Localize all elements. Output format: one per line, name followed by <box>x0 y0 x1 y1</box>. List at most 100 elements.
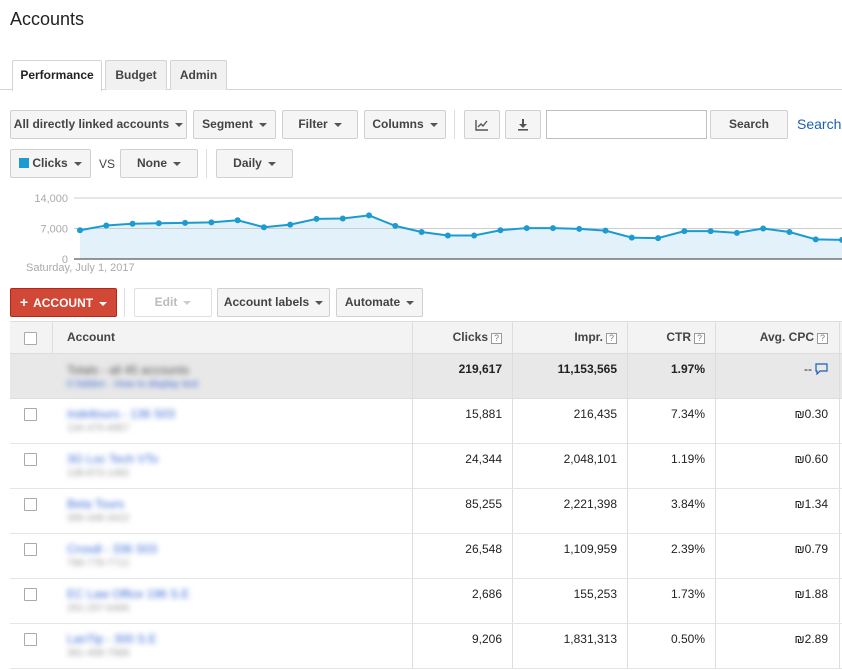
help-icon[interactable]: ? <box>491 333 502 344</box>
toolbar-divider <box>454 110 455 139</box>
avg-cpc-cell: ₪0.30 <box>794 407 828 421</box>
account-name[interactable]: Beta Tours <box>67 497 129 511</box>
chart-point[interactable] <box>576 225 583 232</box>
chart-point[interactable] <box>103 222 110 229</box>
chart-point[interactable] <box>471 232 478 239</box>
table-row: EC Law Office 196 S.E 291-257-6466 2,686 15… <box>10 579 842 624</box>
account-name[interactable]: EC Law Office 196 S.E <box>67 587 190 601</box>
metric1-dropdown[interactable]: Clicks <box>10 149 91 178</box>
caret-down-icon <box>406 300 415 305</box>
chart-point[interactable] <box>786 228 793 235</box>
columns-dropdown[interactable]: Columns <box>364 110 446 139</box>
period-dropdown[interactable]: Daily <box>216 149 293 178</box>
search-link[interactable]: Search <box>797 116 841 132</box>
chart-point[interactable] <box>418 228 425 235</box>
row-checkbox[interactable] <box>24 633 37 646</box>
totals-avg-cpc: -- <box>715 354 838 398</box>
tab-budget[interactable]: Budget <box>105 60 167 90</box>
help-icon[interactable]: ? <box>817 333 828 344</box>
row-checkbox[interactable] <box>24 453 37 466</box>
row-checkbox[interactable] <box>24 588 37 601</box>
account-cell[interactable]: 3G Loc Tech VTo 138-873-1482 <box>67 452 158 479</box>
filter-dropdown[interactable]: Filter <box>282 110 358 139</box>
account-cell[interactable]: Indeltours - 136 S03 134-470-4957 <box>67 407 175 434</box>
chart-point[interactable] <box>313 215 320 222</box>
impr-cell: 216,435 <box>573 407 617 421</box>
account-labels-dropdown[interactable]: Account labels <box>217 288 330 317</box>
account-cell[interactable]: Crosdl - 336 S03 798-778-7712 <box>67 542 157 569</box>
help-icon[interactable]: ? <box>606 333 617 344</box>
row-checkbox[interactable] <box>24 408 37 421</box>
account-name[interactable]: Indeltours - 136 S03 <box>67 407 175 421</box>
caret-down-icon <box>333 122 342 127</box>
column-divider <box>839 354 840 398</box>
avg-cpc-cell: ₪1.34 <box>794 497 828 511</box>
account-id: 134-470-4957 <box>67 423 130 434</box>
chart-point[interactable] <box>523 225 530 232</box>
chart-point[interactable] <box>182 219 189 226</box>
edit-dropdown[interactable]: Edit <box>134 288 212 317</box>
chart-point[interactable] <box>733 229 740 236</box>
table-header: Account Clicks? Impr.? CTR? Avg. CPC? <box>10 321 842 354</box>
chart-point[interactable] <box>129 220 136 227</box>
download-button[interactable] <box>505 110 541 139</box>
ctr-cell: 2.39% <box>670 542 705 556</box>
chart-point[interactable] <box>760 225 767 232</box>
tab-admin[interactable]: Admin <box>170 60 227 90</box>
chart-point[interactable] <box>234 217 241 224</box>
add-account-button[interactable]: + ACCOUNT <box>10 288 117 317</box>
chart-point[interactable] <box>655 235 662 242</box>
automate-dropdown[interactable]: Automate <box>336 288 423 317</box>
header-ctr[interactable]: CTR? <box>627 322 715 353</box>
table-row: Beta Tours 395-348-3422 85,255 2,221,398 3.8… <box>10 489 842 534</box>
chart-point[interactable] <box>339 215 346 222</box>
account-cell[interactable]: LanTip - 300 S.E 391-458-7588 <box>67 632 157 659</box>
filter-label: Filter <box>298 117 328 131</box>
account-name[interactable]: Crosdl - 336 S03 <box>67 542 157 556</box>
row-checkbox[interactable] <box>24 543 37 556</box>
header-clicks[interactable]: Clicks? <box>412 322 512 353</box>
account-name[interactable]: LanTip - 300 S.E <box>67 632 157 646</box>
chart-point[interactable] <box>549 225 556 232</box>
accounts-dropdown[interactable]: All directly linked accounts <box>10 110 187 139</box>
chart-point[interactable] <box>155 220 162 227</box>
chart-point[interactable] <box>628 234 635 241</box>
impr-cell: 2,048,101 <box>563 452 617 466</box>
chart-point[interactable] <box>260 224 267 231</box>
header-avg-cpc[interactable]: Avg. CPC? <box>715 322 838 353</box>
search-button[interactable]: Search <box>710 110 788 139</box>
column-divider <box>839 399 840 443</box>
segment-dropdown[interactable]: Segment <box>193 110 276 139</box>
chart-point[interactable] <box>707 228 714 235</box>
tab-performance[interactable]: Performance <box>12 60 102 91</box>
chart-point[interactable] <box>497 227 504 234</box>
ctr-cell: 1.73% <box>670 587 705 601</box>
chart-point[interactable] <box>208 219 215 226</box>
chart-point[interactable] <box>77 227 83 234</box>
row-checkbox[interactable] <box>24 498 37 511</box>
account-cell[interactable]: Beta Tours 395-348-3422 <box>67 497 129 524</box>
header-account[interactable]: Account <box>67 322 115 353</box>
chart-point[interactable] <box>812 236 819 243</box>
comment-icon[interactable] <box>815 363 828 375</box>
totals-label: Totals - all 45 accounts 0 hidden · How … <box>67 363 198 390</box>
chart-point[interactable] <box>392 222 399 229</box>
chart-point[interactable] <box>366 212 373 219</box>
column-divider <box>52 322 53 353</box>
impr-cell: 155,253 <box>573 587 617 601</box>
search-input[interactable] <box>546 110 707 139</box>
impr-cell: 1,109,959 <box>563 542 617 556</box>
help-icon[interactable]: ? <box>694 333 705 344</box>
chart-start-date: Saturday, July 1, 2017 <box>26 262 135 274</box>
caret-down-icon <box>175 122 184 127</box>
chart-point[interactable] <box>681 228 688 235</box>
chart-point[interactable] <box>444 232 451 239</box>
chart-toggle-button[interactable] <box>464 110 500 139</box>
chart-point[interactable] <box>602 227 609 234</box>
metric2-dropdown[interactable]: None <box>120 149 198 178</box>
account-name[interactable]: 3G Loc Tech VTo <box>67 452 158 466</box>
select-all-checkbox[interactable] <box>24 332 37 345</box>
account-cell[interactable]: EC Law Office 196 S.E 291-257-6466 <box>67 587 190 614</box>
header-impr[interactable]: Impr.? <box>512 322 627 353</box>
chart-point[interactable] <box>287 221 294 228</box>
